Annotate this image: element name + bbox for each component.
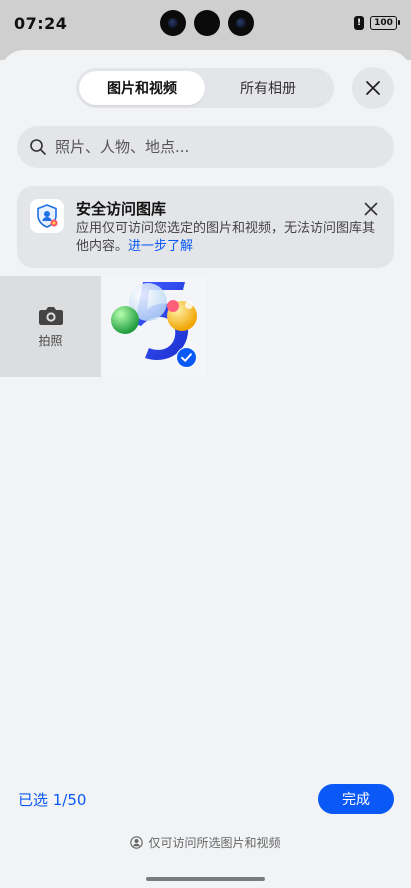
secure-gallery-shield-icon (30, 199, 64, 233)
media-grid: 拍照 (0, 276, 206, 377)
banner-description-text: 应用仅可访问您选定的图片和视频，无法访问图库其他内容。 (76, 221, 376, 254)
selected-checkmark-icon[interactable] (176, 347, 197, 368)
battery-icon: 100 (370, 16, 400, 30)
banner-description: 应用仅可访问您选定的图片和视频，无法访问图库其他内容。进一步了解 (76, 220, 382, 256)
privacy-note: 仅可访问所选图片和视频 (0, 834, 411, 851)
banner-title: 安全访问图库 (76, 200, 167, 218)
home-indicator[interactable] (146, 877, 265, 881)
selected-count[interactable]: 已选 1/50 (18, 789, 86, 810)
sensor-icon (194, 10, 220, 36)
alert-icon: ! (354, 16, 364, 30)
tab-all-albums[interactable]: 所有相册 (205, 71, 331, 105)
close-icon (366, 81, 380, 95)
tab-bar: 图片和视频 所有相册 (76, 68, 334, 108)
camera-cutout (160, 10, 254, 36)
close-icon (364, 202, 378, 216)
search-icon (30, 139, 46, 155)
camera-icon (38, 307, 63, 325)
learn-more-link[interactable]: 进一步了解 (128, 239, 193, 254)
clock: 07:24 (14, 13, 68, 33)
search-bar[interactable] (17, 126, 394, 168)
banner-close-button[interactable] (360, 198, 382, 220)
privacy-note-text: 仅可访问所选图片和视频 (148, 836, 281, 850)
secure-access-banner: 安全访问图库 应用仅可访问您选定的图片和视频，无法访问图库其他内容。进一步了解 (17, 186, 394, 268)
front-camera-lens-icon (228, 10, 254, 36)
photo-picker-sheet: 图片和视频 所有相册 安全访问图库 应用仅可访问您选定的图片和视频，无法访问图库… (0, 50, 411, 888)
photo-thumbnail[interactable] (103, 276, 206, 377)
done-button[interactable]: 完成 (318, 784, 394, 814)
take-photo-label: 拍照 (38, 334, 63, 348)
tab-photos-and-videos[interactable]: 图片和视频 (79, 71, 205, 105)
person-icon (130, 836, 144, 849)
front-camera-lens-icon (160, 10, 186, 36)
take-photo-tile[interactable]: 拍照 (0, 276, 101, 377)
search-input[interactable] (55, 138, 375, 156)
status-indicators: ! 100 (354, 16, 400, 30)
close-button[interactable] (352, 67, 394, 109)
